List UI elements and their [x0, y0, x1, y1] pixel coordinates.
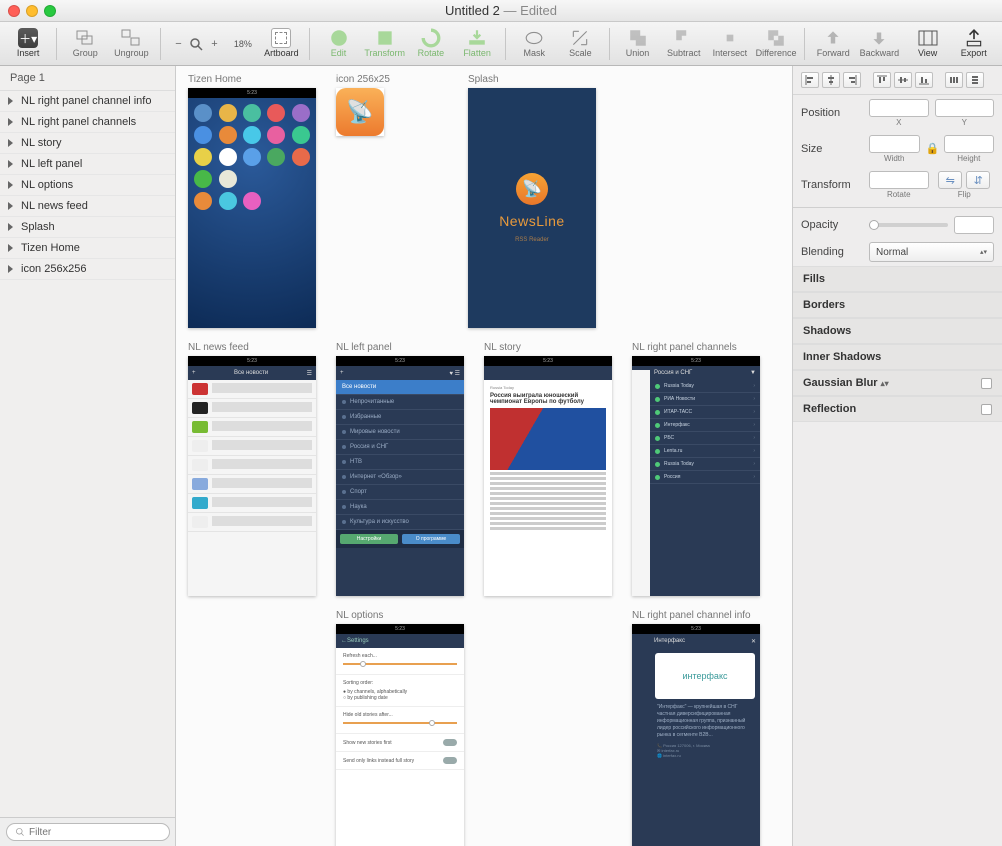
artboard-icon[interactable]: icon 256x25 📡 [336, 74, 390, 328]
difference-button[interactable]: Difference [754, 24, 798, 64]
layer-item[interactable]: NL right panel channel info [0, 91, 175, 112]
zoom-icon [188, 36, 204, 52]
artboard-tizen-home[interactable]: Tizen Home 5:23 [188, 74, 316, 328]
rotate-button[interactable]: Rotate [409, 24, 453, 64]
opacity-input[interactable] [954, 216, 994, 234]
position-y-input[interactable] [935, 99, 995, 117]
export-button[interactable]: Export [952, 24, 996, 64]
intersect-button[interactable]: Intersect [708, 24, 752, 64]
transform-button[interactable]: Transform [363, 24, 407, 64]
align-top-button[interactable] [873, 72, 891, 88]
transform-row: Transform Rotate ⇋ ⇵ Flip [793, 167, 1002, 203]
layer-list: NL right panel channel infoNL right pane… [0, 91, 175, 280]
width-input[interactable] [869, 135, 920, 153]
layers-sidebar: Page 1 NL right panel channel infoNL rig… [0, 66, 176, 846]
shadows-panel[interactable]: Shadows [793, 318, 1002, 344]
inspector-panel: Position X Y Size Width 🔒 Height Transfo… [792, 66, 1002, 846]
position-x-input[interactable] [869, 99, 929, 117]
align-left-button[interactable] [801, 72, 819, 88]
scale-button[interactable]: Scale [558, 24, 602, 64]
layer-item[interactable]: NL news feed [0, 196, 175, 217]
size-row: Size Width 🔒 Height [793, 131, 1002, 167]
reflection-checkbox[interactable] [981, 404, 992, 415]
artboard-channel-info[interactable]: NL right panel channel info 5:23 Интерфа… [632, 610, 760, 846]
document-name: Untitled 2 [445, 3, 500, 18]
artboard-left-panel[interactable]: NL left panel 5:23 +♥ ☰ Все новости Непр… [336, 342, 464, 596]
inner-shadows-panel[interactable]: Inner Shadows [793, 344, 1002, 370]
align-controls [793, 66, 1002, 95]
canvas[interactable]: Tizen Home 5:23 icon 256x25 📡 Sp [176, 66, 792, 846]
align-bottom-button[interactable] [915, 72, 933, 88]
align-right-button[interactable] [843, 72, 861, 88]
page-label[interactable]: Page 1 [0, 66, 175, 91]
layer-item[interactable]: NL options [0, 175, 175, 196]
rotate-input[interactable] [869, 171, 929, 189]
toolbar-divider [56, 28, 57, 60]
artboard-channels[interactable]: NL right panel channels 5:23 Россия и СН… [632, 342, 760, 596]
edit-button[interactable]: Edit [316, 24, 360, 64]
height-input[interactable] [944, 135, 995, 153]
distribute-h-button[interactable] [945, 72, 963, 88]
artboard-splash[interactable]: Splash 📡 NewsLine RSS Reader [468, 74, 596, 328]
zoom-out-button[interactable]: − [170, 36, 186, 52]
lock-aspect-icon[interactable]: 🔒 [926, 142, 938, 156]
flip-vertical-button[interactable]: ⇵ [966, 171, 990, 189]
position-row: Position X Y [793, 95, 1002, 131]
gaussian-blur-panel[interactable]: Gaussian Blur▴▾ [793, 370, 1002, 396]
backward-button[interactable]: Backward [857, 24, 901, 64]
flatten-button[interactable]: Flatten [455, 24, 499, 64]
layer-item[interactable]: Tizen Home [0, 238, 175, 259]
window-titlebar: Untitled 2 — Edited [0, 0, 1002, 22]
union-button[interactable]: Union [615, 24, 659, 64]
document-status: — Edited [504, 3, 557, 18]
layer-item[interactable]: NL right panel channels [0, 112, 175, 133]
blending-select[interactable]: Normal▴▾ [869, 242, 994, 262]
window-title: Untitled 2 — Edited [0, 3, 1002, 18]
distribute-v-button[interactable] [966, 72, 984, 88]
zoom-value[interactable]: 18% [228, 24, 257, 64]
mask-button[interactable]: Mask [512, 24, 556, 64]
layer-item[interactable]: NL story [0, 133, 175, 154]
artboard-news-feed[interactable]: NL news feed 5:23 +Все новости☰ [188, 342, 316, 596]
blending-row: Blending Normal▴▾ [793, 238, 1002, 266]
group-button[interactable]: Group [63, 24, 107, 64]
sidebar-footer: ⧉ 9 [0, 817, 175, 846]
zoom-in-button[interactable]: + [206, 36, 222, 52]
borders-panel[interactable]: Borders [793, 292, 1002, 318]
toolbar: ＋▾ Insert Group Ungroup − + 18% Artboard… [0, 22, 1002, 66]
gaussian-checkbox[interactable] [981, 378, 992, 389]
align-hcenter-button[interactable] [822, 72, 840, 88]
artboard-story[interactable]: NL story 5:23 Russia Today Россия выигра… [484, 342, 612, 596]
artboard-button[interactable]: Artboard [259, 24, 303, 64]
align-vcenter-button[interactable] [894, 72, 912, 88]
zoom-control: − + [170, 36, 222, 52]
layer-item[interactable]: Splash [0, 217, 175, 238]
subtract-button[interactable]: Subtract [662, 24, 706, 64]
forward-button[interactable]: Forward [811, 24, 855, 64]
ungroup-button[interactable]: Ungroup [109, 24, 153, 64]
artboard-options[interactable]: NL options 5:23 ← Settings Refresh each.… [336, 610, 464, 846]
layer-item[interactable]: icon 256x256 [0, 259, 175, 280]
opacity-slider[interactable] [869, 223, 948, 227]
fills-panel[interactable]: Fills [793, 266, 1002, 292]
opacity-row: Opacity [793, 212, 1002, 238]
flip-horizontal-button[interactable]: ⇋ [938, 171, 962, 189]
view-button[interactable]: View [906, 24, 950, 64]
reflection-panel[interactable]: Reflection [793, 396, 1002, 422]
filter-input[interactable] [6, 823, 170, 841]
layer-item[interactable]: NL left panel [0, 154, 175, 175]
insert-button[interactable]: ＋▾ Insert [6, 24, 50, 64]
